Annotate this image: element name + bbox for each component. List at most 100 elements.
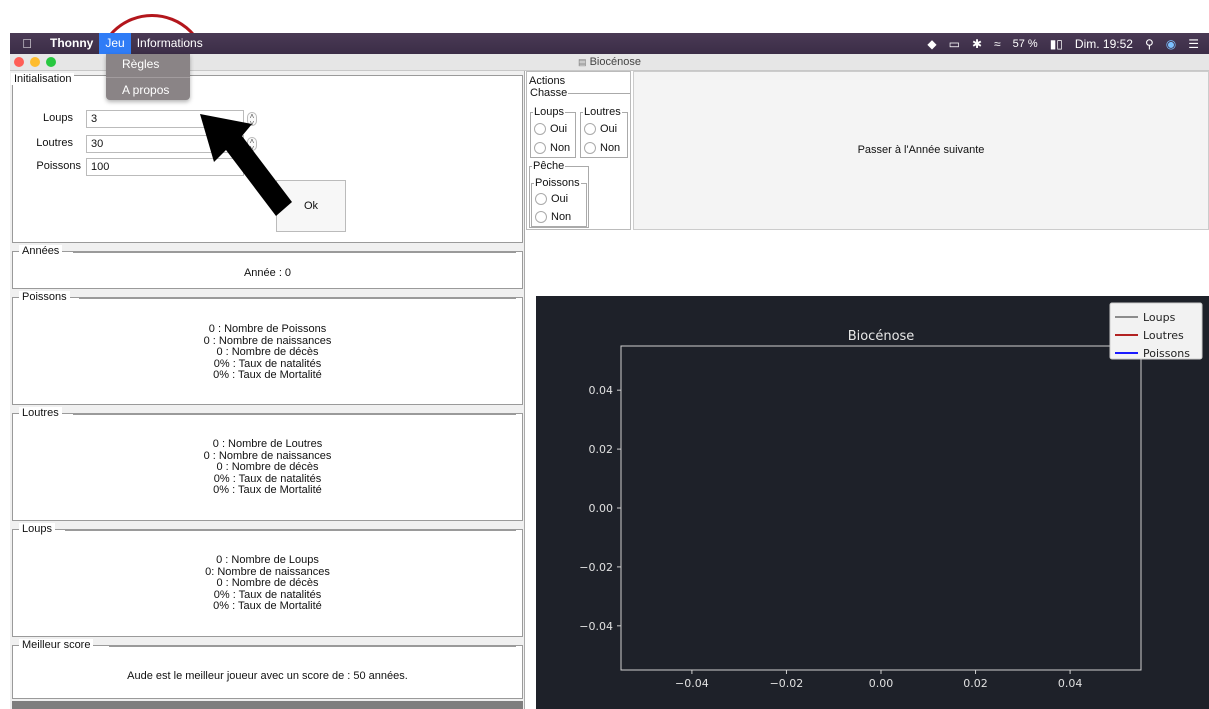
fieldset-chasse-loutres: Loutres Oui Non: [580, 106, 628, 158]
siri-icon[interactable]: ◉: [1166, 37, 1176, 51]
stat-line: 0 : Nombre de décès: [216, 461, 319, 473]
radio-circle[interactable]: [584, 142, 596, 154]
menu-item-regles[interactable]: Règles: [106, 54, 190, 75]
loutres-stats: 0 : Nombre de Loutres 0 : Nombre de nais…: [13, 438, 522, 497]
stat-line: 0 : Nombre de Loutres: [212, 438, 323, 450]
notification-center-icon[interactable]: ☰: [1188, 37, 1199, 51]
menu-informations[interactable]: Informations: [131, 33, 209, 54]
group-loutres: Loutres 0 : Nombre de Loutres 0 : Nombre…: [12, 407, 523, 521]
chart-container: Biocénose −0.04 −0.02 0.00 0.02 0.04 0.04 0.02 0…: [536, 296, 1209, 709]
stat-line: 0% : Taux de Mortalité: [213, 484, 322, 496]
actions-title: Actions: [529, 75, 566, 87]
y-tick-label: 0.00: [589, 502, 614, 515]
menu-app-name[interactable]: Thonny: [44, 33, 99, 54]
group-title: Loups: [19, 523, 55, 535]
group-poissons: Poissons 0 : Nombre de Poissons 0 : Nomb…: [12, 291, 523, 405]
y-tick-label: 0.02: [589, 443, 614, 456]
actions-panel: Actions Chasse Loups Oui Non Loutres Oui…: [526, 71, 631, 230]
stat-line: 0 : Nombre de Loups: [216, 554, 319, 566]
biocenose-chart: Biocénose −0.04 −0.02 0.00 0.02 0.04 0.04 0.02 0…: [579, 302, 1203, 690]
loups-stats: 0 : Nombre de Loups 0: Nombre de naissan…: [13, 554, 522, 613]
jeu-dropdown-menu: Règles A propos: [106, 54, 190, 100]
radio-poissons-non[interactable]: Non: [535, 211, 571, 223]
y-tick-label: 0.04: [589, 384, 614, 397]
arrow-shape: [200, 114, 292, 216]
group-title: Meilleur score: [19, 639, 94, 651]
stat-line: 0% : Taux de Mortalité: [213, 369, 322, 381]
menu-item-a-propos[interactable]: A propos: [106, 80, 190, 101]
radio-loutres-non[interactable]: Non: [584, 142, 620, 154]
dropbox-icon[interactable]: ◆: [927, 37, 936, 51]
fieldset-peche-poissons: Poissons Oui Non: [531, 177, 587, 227]
search-icon[interactable]: ⚲: [1145, 37, 1154, 51]
label-loups: Loups: [43, 112, 73, 124]
loutres-title: Loutres: [583, 106, 622, 118]
stat-line: 0 : Nombre de Poissons: [208, 323, 327, 335]
radio-loutres-oui[interactable]: Oui: [584, 123, 617, 135]
radio-loups-oui[interactable]: Oui: [534, 123, 567, 135]
y-tick-label: −0.04: [579, 620, 613, 633]
legend-label-loutres: Loutres: [1143, 329, 1184, 342]
x-tick-label: 0.02: [963, 677, 988, 690]
radio-circle[interactable]: [535, 211, 547, 223]
group-title: Initialisation: [11, 73, 75, 85]
radio-circle[interactable]: [534, 123, 546, 135]
next-year-button[interactable]: Passer à l'Année suivante: [633, 71, 1209, 230]
apple-icon[interactable]: : [10, 36, 44, 51]
screen:  Thonny Jeu Informations ◆ ▭ ✱ ≈ 57 % ▮…: [0, 0, 1209, 709]
stat-line: 0 : Nombre de décès: [216, 346, 319, 358]
poissons-stats: 0 : Nombre de Poissons 0 : Nombre de nai…: [13, 323, 522, 382]
group-title: Années: [19, 245, 63, 257]
annotation-arrow: [200, 114, 292, 216]
radio-circle[interactable]: [534, 142, 546, 154]
x-tick-label: 0.00: [869, 677, 894, 690]
menu-bar:  Thonny Jeu Informations ◆ ▭ ✱ ≈ 57 % ▮…: [10, 33, 1209, 54]
chasse-title: Chasse: [529, 87, 569, 99]
group-loups: Loups 0 : Nombre de Loups 0: Nombre de n…: [12, 523, 523, 637]
group-title: Poissons: [19, 291, 70, 303]
x-tick-label: −0.02: [770, 677, 804, 690]
group-line: [79, 298, 516, 299]
label-loutres: Loutres: [36, 137, 73, 149]
menu-jeu[interactable]: Jeu: [99, 33, 131, 54]
clock[interactable]: Dim. 19:52: [1075, 37, 1133, 51]
radio-label: Oui: [551, 193, 569, 205]
group-line: [109, 646, 516, 647]
radio-poissons-oui[interactable]: Oui: [535, 193, 568, 205]
radio-label: Non: [551, 211, 572, 223]
document-icon: ▤: [578, 57, 587, 67]
battery-icon[interactable]: ▮▯: [1050, 37, 1063, 51]
battery-percent: 57 %: [1012, 37, 1038, 50]
fieldset-chasse: Chasse Loups Oui Non Loutres Oui Non: [529, 87, 630, 158]
y-tick-label: −0.02: [579, 561, 613, 574]
x-tick-label: 0.04: [1058, 677, 1083, 690]
fieldset-chasse-loups: Loups Oui Non: [530, 106, 576, 158]
peche-title: Pêche: [532, 160, 566, 172]
bottom-bar: [12, 701, 523, 709]
bluetooth-icon[interactable]: ✱: [972, 37, 982, 51]
airplay-icon[interactable]: ▭: [949, 37, 960, 51]
x-tick-label: −0.04: [675, 677, 709, 690]
menu-separator: [106, 77, 190, 78]
radio-loups-non[interactable]: Non: [534, 142, 570, 154]
wifi-icon[interactable]: ≈: [994, 37, 1001, 51]
group-title: Loutres: [19, 407, 62, 419]
group-line: [73, 414, 516, 415]
radio-circle[interactable]: [535, 193, 547, 205]
poissons-title: Poissons: [534, 177, 581, 189]
stat-line: 0 : Nombre de décès: [216, 577, 319, 589]
radio-label: Oui: [600, 123, 618, 135]
status-area: ◆ ▭ ✱ ≈ 57 % ▮▯ Dim. 19:52 ⚲ ◉ ☰: [927, 37, 1209, 51]
radio-label: Non: [600, 142, 621, 154]
stat-line: 0% : Taux de Mortalité: [213, 600, 322, 612]
group-meilleur-score: Meilleur score Aude est le meilleur joue…: [12, 639, 523, 699]
loups-title: Loups: [533, 106, 565, 118]
radio-circle[interactable]: [584, 123, 596, 135]
group-annees: Années Année : 0: [12, 245, 523, 289]
radio-label: Non: [550, 142, 571, 154]
chart-title: Biocénose: [848, 329, 915, 344]
legend-label-poissons: Poissons: [1143, 347, 1190, 360]
score-text: Aude est le meilleur joueur avec un scor…: [127, 670, 408, 682]
annee-text: Année : 0: [243, 267, 292, 279]
group-line: [65, 530, 516, 531]
